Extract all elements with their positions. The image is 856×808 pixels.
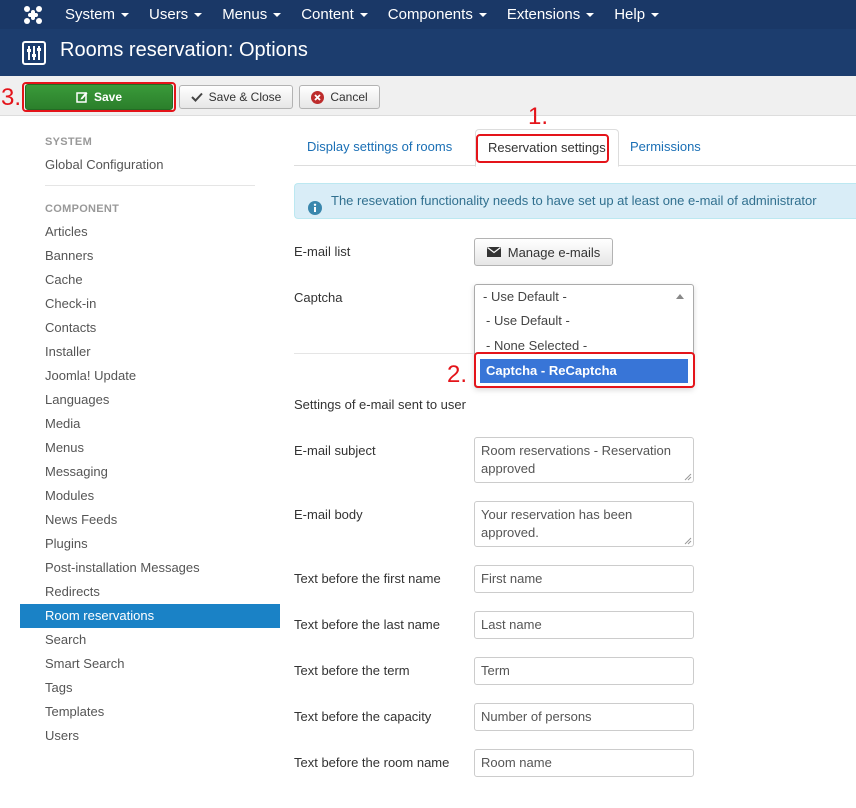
joomla-logo-icon[interactable] [22, 4, 44, 26]
sidebar-item-check-in[interactable]: Check-in [20, 292, 280, 316]
menu-menus[interactable]: Menus [212, 0, 291, 29]
email-body-value: Your reservation has been approved. [481, 507, 633, 540]
resize-grip-icon[interactable] [684, 537, 692, 545]
sidebar-item-menus[interactable]: Menus [20, 436, 280, 460]
menu-help[interactable]: Help [604, 0, 669, 29]
alert-text: The resevation functionality needs to ha… [331, 193, 817, 208]
email-body-field[interactable]: Your reservation has been approved. [474, 501, 694, 547]
highlight-reservation-tab [476, 134, 609, 163]
cancel-label: Cancel [330, 90, 368, 104]
menu-extensions[interactable]: Extensions [497, 0, 604, 29]
room-name-label: Text before the room name [294, 755, 450, 770]
first-name-field[interactable]: First name [474, 565, 694, 593]
caret-down-icon [651, 13, 660, 18]
caret-down-icon [194, 13, 203, 18]
sidebar-item-installer[interactable]: Installer [20, 340, 280, 364]
captcha-label: Captcha [294, 290, 343, 305]
info-alert: The resevation functionality needs to ha… [294, 183, 856, 219]
sidebar-item-redirects[interactable]: Redirects [20, 580, 280, 604]
capacity-label: Text before the capacity [294, 709, 432, 724]
sidebar-item-articles[interactable]: Articles [20, 220, 280, 244]
sidebar-item-messaging[interactable]: Messaging [20, 460, 280, 484]
sidebar-header-system: SYSTEM [45, 136, 93, 148]
email-subject-label: E-mail subject [294, 443, 376, 458]
options-sliders-icon [22, 41, 46, 65]
captcha-current-value[interactable]: - Use Default - [475, 285, 693, 309]
sidebar-item-modules[interactable]: Modules [20, 484, 280, 508]
caret-down-icon [478, 13, 487, 18]
sidebar-item-templates[interactable]: Templates [20, 700, 280, 724]
section-divider [294, 353, 474, 354]
caret-down-icon [586, 13, 595, 18]
last-name-label: Text before the last name [294, 617, 440, 632]
last-name-field[interactable]: Last name [474, 611, 694, 639]
sidebar-item-search[interactable]: Search [20, 628, 280, 652]
manage-emails-button[interactable]: Manage e-mails [474, 238, 613, 266]
menu-system[interactable]: System [55, 0, 139, 29]
sidebar-item-plugins[interactable]: Plugins [20, 532, 280, 556]
sidebar-item-contacts[interactable]: Contacts [20, 316, 280, 340]
top-navbar: System Users Menus Content Components Ex… [0, 0, 856, 29]
annotation-3: 3. [1, 84, 22, 111]
caret-down-icon [121, 13, 130, 18]
save-close-button[interactable]: Save & Close [179, 85, 293, 109]
sidebar-item-tags[interactable]: Tags [20, 676, 280, 700]
menu-content[interactable]: Content [291, 0, 378, 29]
manage-emails-label: Manage e-mails [507, 244, 601, 260]
menu-components[interactable]: Components [378, 0, 497, 29]
sidebar-item-room-reservations[interactable]: Room reservations [20, 604, 280, 628]
email-body-label: E-mail body [294, 507, 363, 522]
save-close-label: Save & Close [208, 90, 282, 104]
sidebar-divider [45, 185, 255, 186]
term-label: Text before the term [294, 663, 410, 678]
info-icon [308, 194, 322, 228]
room-name-field[interactable]: Room name [474, 749, 694, 777]
capacity-field[interactable]: Number of persons [474, 703, 694, 731]
highlight-recaptcha [474, 352, 695, 388]
sidebar-item-languages[interactable]: Languages [20, 388, 280, 412]
sidebar-header-component: COMPONENT [45, 203, 120, 215]
annotation-1: 1. [528, 103, 549, 130]
captcha-option-use-default[interactable]: - Use Default - [480, 309, 688, 333]
resize-grip-icon[interactable] [684, 473, 692, 481]
cancel-circle-icon [311, 90, 325, 104]
main-menu: System Users Menus Content Components Ex… [55, 0, 669, 29]
check-icon [190, 91, 203, 103]
email-list-label: E-mail list [294, 244, 351, 259]
sidebar-item-cache[interactable]: Cache [20, 268, 280, 292]
cancel-button[interactable]: Cancel [299, 85, 380, 109]
sidebar-item-news-feeds[interactable]: News Feeds [20, 508, 280, 532]
sidebar-item-post-installation-messages[interactable]: Post-installation Messages [20, 556, 280, 580]
sidebar-item-media[interactable]: Media [20, 412, 280, 436]
sidebar-item-joomla-update[interactable]: Joomla! Update [20, 364, 280, 388]
sidebar-item-smart-search[interactable]: Smart Search [20, 652, 280, 676]
tab-display-settings[interactable]: Display settings of rooms [295, 129, 464, 166]
sidebar-item-users[interactable]: Users [20, 724, 280, 748]
sidebar-item-banners[interactable]: Banners [20, 244, 280, 268]
caret-down-icon [273, 13, 282, 18]
first-name-label: Text before the first name [294, 571, 441, 586]
menu-users[interactable]: Users [139, 0, 212, 29]
term-field[interactable]: Term [474, 657, 694, 685]
page-title: Rooms reservation: Options [60, 39, 308, 61]
email-settings-heading: Settings of e-mail sent to user [294, 397, 466, 412]
tab-permissions[interactable]: Permissions [618, 129, 713, 166]
page-header: Rooms reservation: Options [0, 29, 856, 76]
highlight-save [22, 82, 176, 112]
caret-up-icon [676, 294, 684, 299]
email-subject-value: Room reservations - Reservation approved [481, 443, 672, 476]
envelope-icon [486, 247, 501, 257]
annotation-2: 2. [447, 361, 468, 388]
sidebar-item-global-configuration[interactable]: Global Configuration [20, 153, 280, 177]
caret-down-icon [359, 13, 368, 18]
email-subject-field[interactable]: Room reservations - Reservation approved [474, 437, 694, 483]
